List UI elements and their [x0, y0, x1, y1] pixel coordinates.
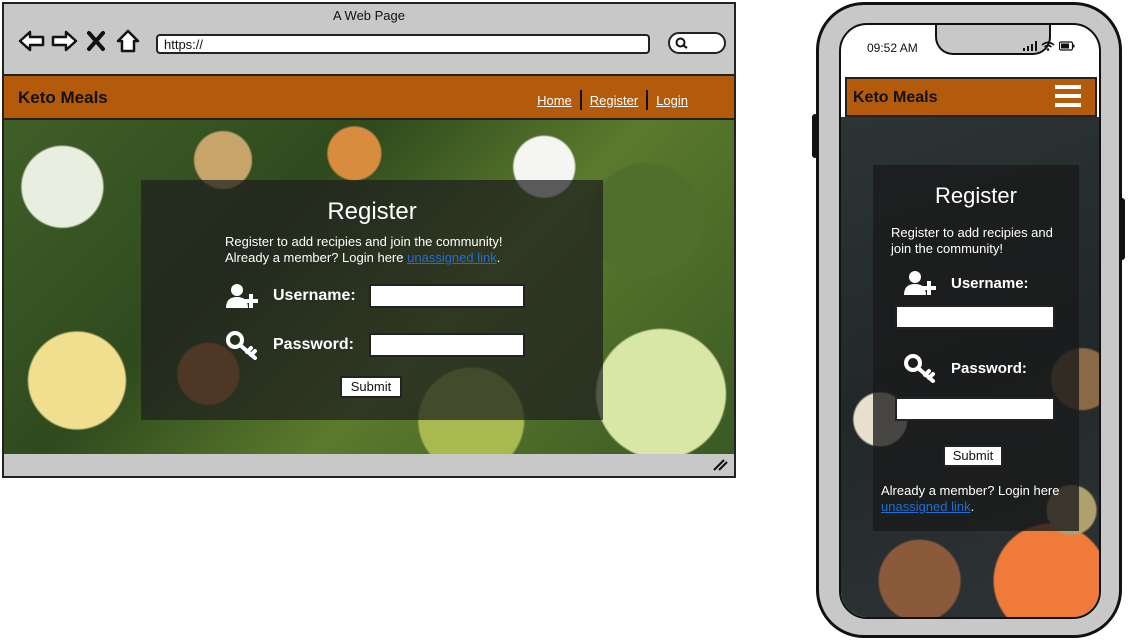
status-icons: [1023, 41, 1075, 51]
intro-text: Register to add recipies and join the co…: [225, 234, 503, 249]
login-prompt: Already a member? Login here: [225, 250, 404, 265]
battery-icon: [1059, 41, 1075, 51]
site-header: Keto Meals Home Register Login: [4, 74, 734, 120]
username-input[interactable]: [369, 284, 525, 308]
search-icon: [675, 37, 688, 49]
desktop-browser-window: A Web Page https:// Keto Meals Home Regi…: [2, 2, 736, 478]
key-icon: [226, 331, 257, 360]
mobile-phone-frame: 09:52 AM Keto Meals Register Register to…: [816, 2, 1122, 638]
password-input[interactable]: [369, 333, 525, 357]
mobile-username-input[interactable]: [895, 305, 1055, 329]
mobile-register-title: Register: [935, 183, 1017, 208]
close-icon[interactable]: [82, 27, 110, 55]
mobile-register-intro: Register to add recipies and join the co…: [891, 225, 1053, 256]
forward-arrow-icon[interactable]: [50, 27, 78, 55]
mobile-hero-background: Register Register to add recipies and jo…: [841, 117, 1099, 617]
mobile-submit-button[interactable]: Submit: [943, 445, 1003, 467]
add-user-icon: [904, 271, 936, 295]
password-row: Password:: [225, 330, 525, 360]
mobile-screen: 09:52 AM Keto Meals Register Register to…: [839, 23, 1101, 619]
login-link[interactable]: unassigned link: [407, 250, 497, 265]
nav-link-register[interactable]: Register: [582, 93, 646, 108]
add-user-icon: [226, 284, 258, 308]
mobile-password-row: Password:: [903, 353, 1027, 383]
mobile-login-link[interactable]: unassigned link: [881, 499, 971, 514]
link-period: .: [496, 250, 501, 265]
hero-background-image: Register Register to add recipies and jo…: [4, 120, 734, 454]
resize-grip-icon[interactable]: [712, 458, 728, 472]
back-arrow-icon[interactable]: [18, 27, 46, 55]
register-intro: Register to add recipies and join the co…: [225, 234, 502, 266]
register-title: Register: [327, 198, 417, 225]
mobile-login-prompt: Already a member? Login here unassigned …: [881, 483, 1077, 515]
mobile-register-panel: Register Register to add recipies and jo…: [873, 165, 1079, 531]
mobile-password-input[interactable]: [895, 397, 1055, 421]
url-bar[interactable]: https://: [156, 34, 650, 54]
key-icon: [904, 354, 935, 383]
mobile-brand-logo[interactable]: Keto Meals: [853, 89, 937, 107]
mobile-username-label: Username:: [951, 274, 1029, 292]
mobile-password-label: Password:: [951, 359, 1027, 377]
brand-logo[interactable]: Keto Meals: [18, 88, 108, 108]
signal-icon: [1023, 41, 1037, 51]
mobile-login-text: Already a member? Login here: [881, 483, 1060, 498]
register-panel: Register Register to add recipies and jo…: [141, 180, 603, 420]
home-icon[interactable]: [114, 27, 142, 55]
username-row: Username:: [225, 282, 525, 310]
password-label: Password:: [273, 336, 354, 353]
mobile-username-row: Username:: [903, 269, 1029, 297]
search-box[interactable]: [668, 32, 726, 54]
menu-icon[interactable]: [1055, 85, 1081, 109]
status-time: 09:52 AM: [867, 41, 918, 55]
submit-button[interactable]: Submit: [340, 376, 402, 398]
nav-link-login[interactable]: Login: [648, 93, 696, 108]
mobile-site-header: Keto Meals: [845, 77, 1097, 117]
username-label: Username:: [273, 287, 356, 304]
browser-nav-icons: [18, 26, 142, 56]
wifi-icon: [1041, 41, 1055, 51]
nav-link-home[interactable]: Home: [529, 93, 580, 108]
mobile-link-period: .: [970, 499, 975, 514]
main-nav: Home Register Login: [529, 90, 696, 110]
window-title: A Web Page: [332, 8, 406, 23]
